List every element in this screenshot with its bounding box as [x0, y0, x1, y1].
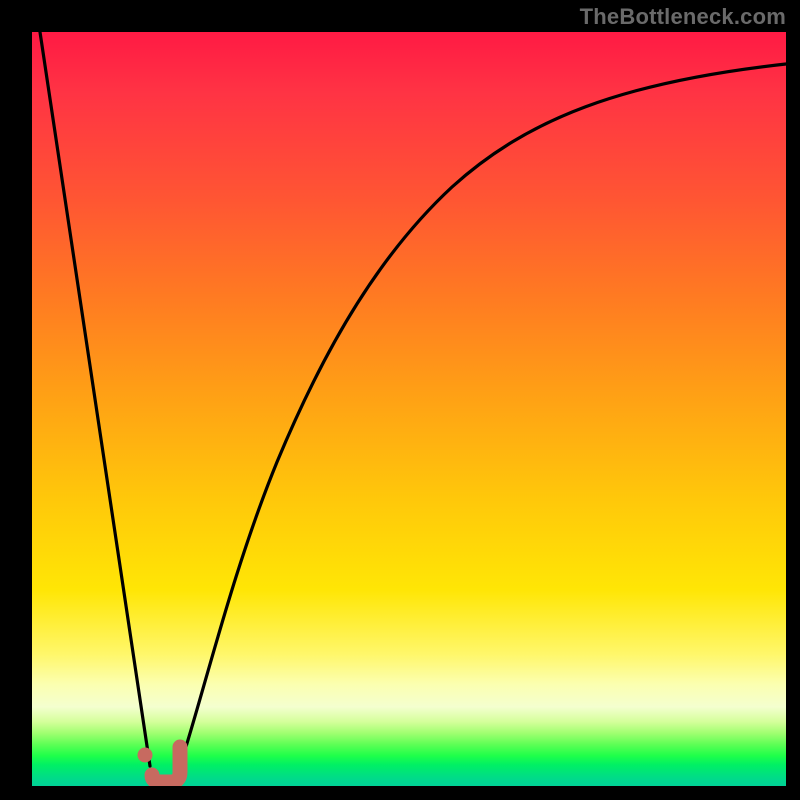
- watermark-text: TheBottleneck.com: [580, 4, 786, 30]
- curve-right-limb: [180, 64, 786, 766]
- bottleneck-curve: [32, 32, 786, 786]
- curve-left-limb: [40, 32, 150, 766]
- plot-area: [32, 32, 786, 786]
- minimum-marker: [138, 747, 181, 782]
- chart-frame: TheBottleneck.com: [0, 0, 800, 800]
